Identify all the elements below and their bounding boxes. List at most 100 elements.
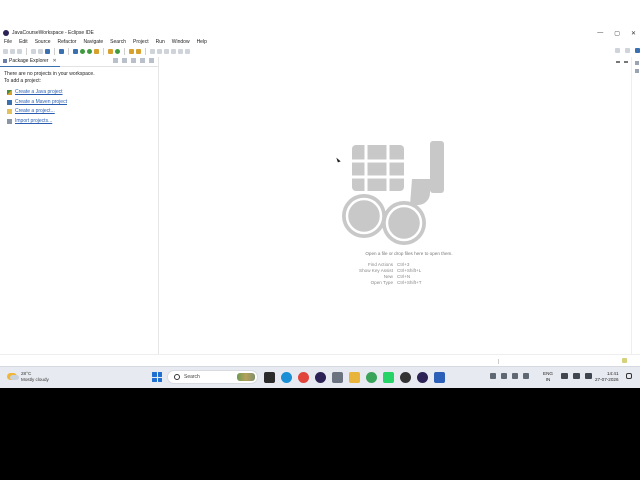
project-links: Create a Java project Create a Maven pro… bbox=[4, 88, 154, 126]
last-edit-icon[interactable] bbox=[164, 49, 169, 54]
menu-project[interactable]: Project bbox=[133, 39, 149, 45]
external-tools-icon[interactable] bbox=[94, 49, 99, 54]
java-project-icon bbox=[7, 90, 12, 96]
next-annotation-icon[interactable] bbox=[150, 49, 155, 54]
menu-edit[interactable]: Edit bbox=[19, 39, 28, 45]
edge-icon[interactable] bbox=[281, 372, 292, 383]
link-with-editor-icon[interactable] bbox=[122, 58, 127, 63]
menu-run[interactable]: Run bbox=[156, 39, 165, 45]
editor-drop-hint: Open a file or drop files here to open t… bbox=[365, 251, 453, 256]
onedrive-icon[interactable] bbox=[501, 373, 507, 379]
quick-settings[interactable] bbox=[561, 373, 592, 379]
terminal-icon[interactable] bbox=[45, 49, 50, 54]
chrome-icon[interactable] bbox=[298, 372, 309, 383]
taskbar-search[interactable]: Search bbox=[167, 370, 258, 384]
show-hidden-icons-icon[interactable] bbox=[490, 373, 496, 379]
new-icon[interactable] bbox=[3, 49, 8, 54]
system-tray bbox=[490, 373, 529, 379]
search-label: Search bbox=[184, 374, 200, 380]
package-explorer-icon bbox=[3, 59, 7, 63]
windows-logo-icon bbox=[157, 372, 162, 377]
save-all-icon[interactable] bbox=[17, 49, 22, 54]
search-highlight-image bbox=[237, 373, 255, 381]
open-type-icon[interactable] bbox=[129, 49, 134, 54]
run-icon[interactable] bbox=[80, 49, 85, 54]
eclipse-active-icon[interactable] bbox=[417, 372, 428, 383]
forward-icon[interactable] bbox=[178, 49, 183, 54]
clock[interactable]: 14:41 27-07-2026 bbox=[595, 371, 619, 382]
outline-icon[interactable] bbox=[634, 69, 639, 73]
view-menu-icon[interactable] bbox=[131, 58, 136, 63]
clock-date: 27-07-2026 bbox=[595, 376, 619, 382]
create-project-link[interactable]: Create a project... bbox=[15, 108, 55, 115]
close-button[interactable]: ✕ bbox=[631, 30, 636, 37]
folder-icon[interactable] bbox=[349, 372, 360, 383]
minimize-view-icon[interactable] bbox=[140, 58, 145, 63]
editor-maximize-icon[interactable] bbox=[624, 61, 628, 63]
debug-icon[interactable] bbox=[73, 49, 78, 54]
link-create-java-project[interactable]: Create a Java project bbox=[7, 88, 154, 98]
windows-logo-icon bbox=[157, 377, 162, 382]
editor-area[interactable]: Open a file or drop files here to open t… bbox=[159, 57, 640, 354]
collapse-all-icon[interactable] bbox=[113, 58, 118, 63]
open-perspective-icon[interactable] bbox=[625, 48, 630, 53]
search-icon[interactable] bbox=[615, 48, 620, 53]
start-button[interactable] bbox=[152, 372, 162, 382]
link-import-projects[interactable]: Import projects... bbox=[7, 117, 154, 127]
maximize-view-icon[interactable] bbox=[149, 58, 154, 63]
window-title: JavaCourseWorkspace - Eclipse IDE bbox=[12, 30, 94, 36]
editor-minimize-icon[interactable] bbox=[616, 61, 620, 63]
restore-icon[interactable] bbox=[634, 61, 639, 65]
word-icon[interactable] bbox=[434, 372, 445, 383]
minimize-button[interactable]: — bbox=[597, 30, 603, 36]
maximize-button[interactable]: ▢ bbox=[614, 30, 620, 37]
add-project-message: To add a project: bbox=[4, 78, 41, 84]
back-icon[interactable] bbox=[171, 49, 176, 54]
toolbar-separator bbox=[103, 48, 104, 55]
import-projects-link[interactable]: Import projects... bbox=[15, 118, 52, 125]
toolbar-separator bbox=[26, 48, 27, 55]
tab-package-explorer[interactable]: Package Explorer ✕ bbox=[0, 56, 60, 67]
menu-navigate[interactable]: Navigate bbox=[83, 39, 103, 45]
pin-editor-icon[interactable] bbox=[185, 49, 190, 54]
close-tab-icon[interactable]: ✕ bbox=[52, 58, 56, 64]
new-java-project-icon[interactable] bbox=[108, 49, 113, 54]
menu-source[interactable]: Source bbox=[35, 39, 51, 45]
screen: JavaCourseWorkspace - Eclipse IDE — ▢ ✕ … bbox=[0, 0, 640, 388]
menu-window[interactable]: Window bbox=[172, 39, 190, 45]
maven-project-icon bbox=[7, 99, 12, 105]
undo-icon[interactable] bbox=[31, 49, 36, 54]
menu-help[interactable]: Help bbox=[197, 39, 207, 45]
menu-file[interactable]: File bbox=[4, 39, 12, 45]
previous-annotation-icon[interactable] bbox=[157, 49, 162, 54]
chrome-profile-icon[interactable] bbox=[366, 372, 377, 383]
camera-icon[interactable] bbox=[332, 372, 343, 383]
create-java-project-link[interactable]: Create a Java project bbox=[15, 89, 63, 96]
package-explorer-tabbar: Package Explorer ✕ bbox=[0, 56, 158, 67]
create-maven-project-link[interactable]: Create a Maven project bbox=[15, 99, 67, 106]
new-class-icon[interactable] bbox=[115, 49, 120, 54]
shortcut-keys: Ctrl+Shift+T bbox=[397, 280, 422, 285]
microphone-icon[interactable] bbox=[523, 373, 529, 379]
weather-cloudy-icon bbox=[7, 373, 19, 380]
skip-breakpoints-icon[interactable] bbox=[59, 49, 64, 54]
notifications-icon[interactable] bbox=[622, 358, 627, 363]
notification-bell-icon[interactable] bbox=[626, 373, 632, 379]
save-icon[interactable] bbox=[10, 49, 15, 54]
open-task-icon[interactable] bbox=[136, 49, 141, 54]
weather-widget[interactable]: 28°C Mostly cloudy bbox=[7, 371, 49, 382]
whatsapp-icon[interactable] bbox=[383, 372, 394, 383]
sync-icon[interactable] bbox=[512, 373, 518, 379]
java-perspective-icon[interactable] bbox=[635, 48, 640, 53]
link-create-maven-project[interactable]: Create a Maven project bbox=[7, 98, 154, 108]
language-indicator[interactable]: ENG IN bbox=[543, 371, 553, 382]
coverage-icon[interactable] bbox=[87, 49, 92, 54]
menu-refactor[interactable]: Refactor bbox=[58, 39, 77, 45]
link-create-project[interactable]: Create a project... bbox=[7, 107, 154, 117]
menu-bar: File Edit Source Refactor Navigate Searc… bbox=[0, 38, 640, 46]
redo-icon[interactable] bbox=[38, 49, 43, 54]
file-manager-icon[interactable] bbox=[264, 372, 275, 383]
eclipse-taskbar-icon[interactable] bbox=[315, 372, 326, 383]
chatgpt-icon[interactable] bbox=[400, 372, 411, 383]
menu-search[interactable]: Search bbox=[110, 39, 126, 45]
